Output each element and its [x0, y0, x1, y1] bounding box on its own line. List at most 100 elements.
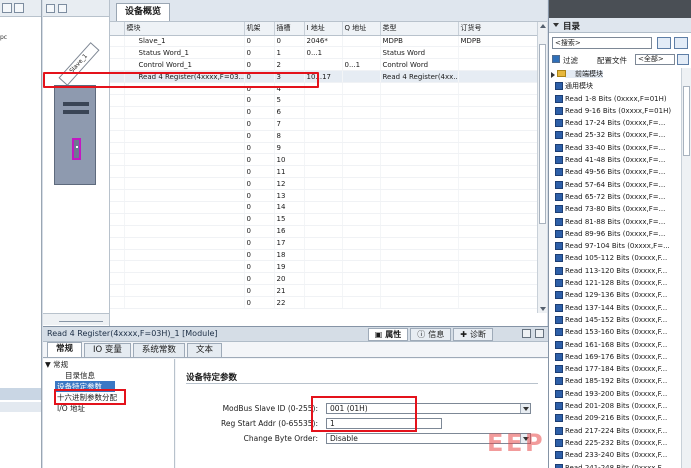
cell-q-addr[interactable] — [342, 201, 381, 214]
column-header[interactable]: I 地址 — [304, 22, 343, 36]
cell-i-addr[interactable] — [304, 130, 343, 143]
cell-slot[interactable]: 13 — [274, 189, 305, 202]
cell-type[interactable] — [380, 94, 459, 107]
cell-slot[interactable]: 5 — [274, 94, 305, 107]
catalog-item[interactable]: Read 33-40 Bits (0xxxx,F=... — [549, 142, 682, 154]
column-header[interactable]: 模块 — [124, 22, 245, 36]
column-header[interactable]: 订货号 — [458, 22, 539, 36]
cell-module[interactable] — [124, 272, 245, 286]
cell-slot[interactable]: 11 — [274, 165, 305, 179]
cell-module[interactable] — [124, 260, 245, 274]
table-row[interactable]: 0 19 — [110, 260, 539, 274]
cell-type[interactable] — [380, 260, 459, 274]
cell-rack[interactable]: 0 — [244, 249, 275, 262]
arrow-right-icon[interactable] — [46, 3, 55, 13]
cell-slot[interactable]: 10 — [274, 153, 305, 167]
slave-device-graphic[interactable] — [54, 85, 96, 185]
catalog-item[interactable]: Read 17-24 Bits (0xxxx,F=... — [549, 117, 682, 129]
scroll-thumb[interactable] — [539, 44, 546, 224]
search-up-icon[interactable] — [674, 37, 688, 49]
cell-module[interactable] — [124, 177, 245, 191]
catalog-item[interactable]: Read 41-48 Bits (0xxxx,F=... — [549, 154, 682, 166]
cell-module[interactable]: Status Word_1 — [124, 46, 245, 60]
tab-texts[interactable]: 文本 — [186, 343, 222, 357]
table-row[interactable]: 0 10 — [110, 153, 539, 167]
cell-module[interactable] — [124, 106, 245, 119]
catalog-item[interactable]: Read 9-16 Bits (0xxxx,F=01H) — [549, 105, 682, 117]
cell-i-addr[interactable] — [304, 296, 343, 309]
catalog-item[interactable]: Read 89-96 Bits (0xxxx,F=... — [549, 228, 682, 240]
catalog-item[interactable]: Read 209-216 Bits (0xxxx,F... — [549, 412, 682, 424]
cell-rack[interactable]: 0 — [244, 58, 275, 72]
cell-module[interactable] — [124, 118, 245, 131]
cell-order[interactable] — [458, 94, 539, 107]
cell-i-addr[interactable] — [304, 225, 343, 238]
tab-properties[interactable]: ▣ 属性 — [367, 328, 409, 341]
catalog-item[interactable]: Read 105-112 Bits (0xxxx,F... — [549, 252, 682, 264]
column-header[interactable]: 插槽 — [274, 22, 305, 36]
catalog-item[interactable]: Read 201-208 Bits (0xxxx,F... — [549, 400, 682, 412]
cell-i-addr[interactable] — [304, 272, 343, 286]
cell-order[interactable] — [458, 118, 539, 131]
export-icon[interactable] — [14, 3, 24, 13]
catalog-item[interactable]: Read 57-64 Bits (0xxxx,F=... — [549, 179, 682, 191]
cell-i-addr[interactable] — [304, 189, 343, 202]
cell-i-addr[interactable]: 2046* — [304, 35, 343, 48]
cell-type[interactable]: MDPB — [380, 35, 459, 48]
cell-slot[interactable]: 1 — [274, 46, 305, 60]
cell-module[interactable] — [124, 237, 245, 250]
nav-catalog-info[interactable]: 目录信息 — [43, 370, 174, 381]
catalog-item[interactable]: Read 81-88 Bits (0xxxx,F=... — [549, 216, 682, 228]
table-row[interactable]: 0 18 — [110, 249, 539, 262]
scroll-down-icon[interactable] — [540, 307, 546, 311]
cell-slot[interactable]: 6 — [274, 106, 305, 119]
filter-settings-icon[interactable] — [677, 54, 689, 65]
tab-diagnostics[interactable]: ✚ 诊断 — [453, 328, 493, 341]
table-row[interactable]: 0 12 — [110, 177, 539, 191]
table-row[interactable]: 0 22 — [110, 296, 539, 309]
cell-type[interactable] — [380, 296, 459, 309]
table-row[interactable]: 0 17 — [110, 237, 539, 250]
cell-rack[interactable]: 0 — [244, 165, 275, 179]
cell-rack[interactable]: 0 — [244, 130, 275, 143]
cell-order[interactable] — [458, 284, 539, 298]
column-header[interactable]: 类型 — [380, 22, 459, 36]
cell-module[interactable] — [124, 165, 245, 179]
cell-i-addr[interactable]: 0...1 — [304, 46, 343, 60]
cell-order[interactable] — [458, 165, 539, 179]
cell-type[interactable] — [380, 213, 459, 226]
device-view-zoom-slider[interactable] — [43, 313, 109, 325]
table-row[interactable]: 0 11 — [110, 165, 539, 179]
cell-order[interactable] — [458, 70, 539, 84]
search-down-icon[interactable] — [657, 37, 671, 49]
overview-toggle-icon[interactable] — [58, 3, 67, 13]
cell-slot[interactable]: 15 — [274, 213, 305, 226]
cell-order[interactable] — [458, 237, 539, 250]
cell-i-addr[interactable] — [304, 58, 343, 72]
cell-module[interactable] — [124, 201, 245, 214]
cell-type[interactable] — [380, 153, 459, 167]
restore-icon[interactable] — [522, 329, 531, 338]
cell-order[interactable] — [458, 106, 539, 119]
cell-slot[interactable]: 9 — [274, 142, 305, 155]
cell-rack[interactable]: 0 — [244, 106, 275, 119]
cell-q-addr[interactable] — [342, 94, 381, 107]
table-row[interactable]: 09 — [110, 142, 539, 155]
cell-order[interactable] — [458, 177, 539, 191]
cell-q-addr[interactable] — [342, 106, 381, 119]
cell-slot[interactable]: 17 — [274, 237, 305, 250]
table-row[interactable]: 0 21 — [110, 284, 539, 298]
cell-type[interactable] — [380, 177, 459, 191]
cell-rack[interactable]: 0 — [244, 272, 275, 286]
table-row[interactable]: 08 — [110, 130, 539, 143]
tree-row[interactable] — [0, 402, 41, 412]
tab-info[interactable]: ⓘ 信息 — [410, 328, 452, 341]
table-row[interactable]: 07 — [110, 118, 539, 131]
cell-type[interactable] — [380, 249, 459, 262]
table-row[interactable]: Control Word_1 0 2 0...1 Control Word — [110, 58, 539, 72]
cell-order[interactable] — [458, 249, 539, 262]
profile-select[interactable]: <全部> — [635, 54, 675, 65]
catalog-item[interactable]: Read 73-80 Bits (0xxxx,F=... — [549, 203, 682, 215]
tree-selected-row[interactable] — [0, 388, 41, 400]
cell-q-addr[interactable] — [342, 165, 381, 179]
